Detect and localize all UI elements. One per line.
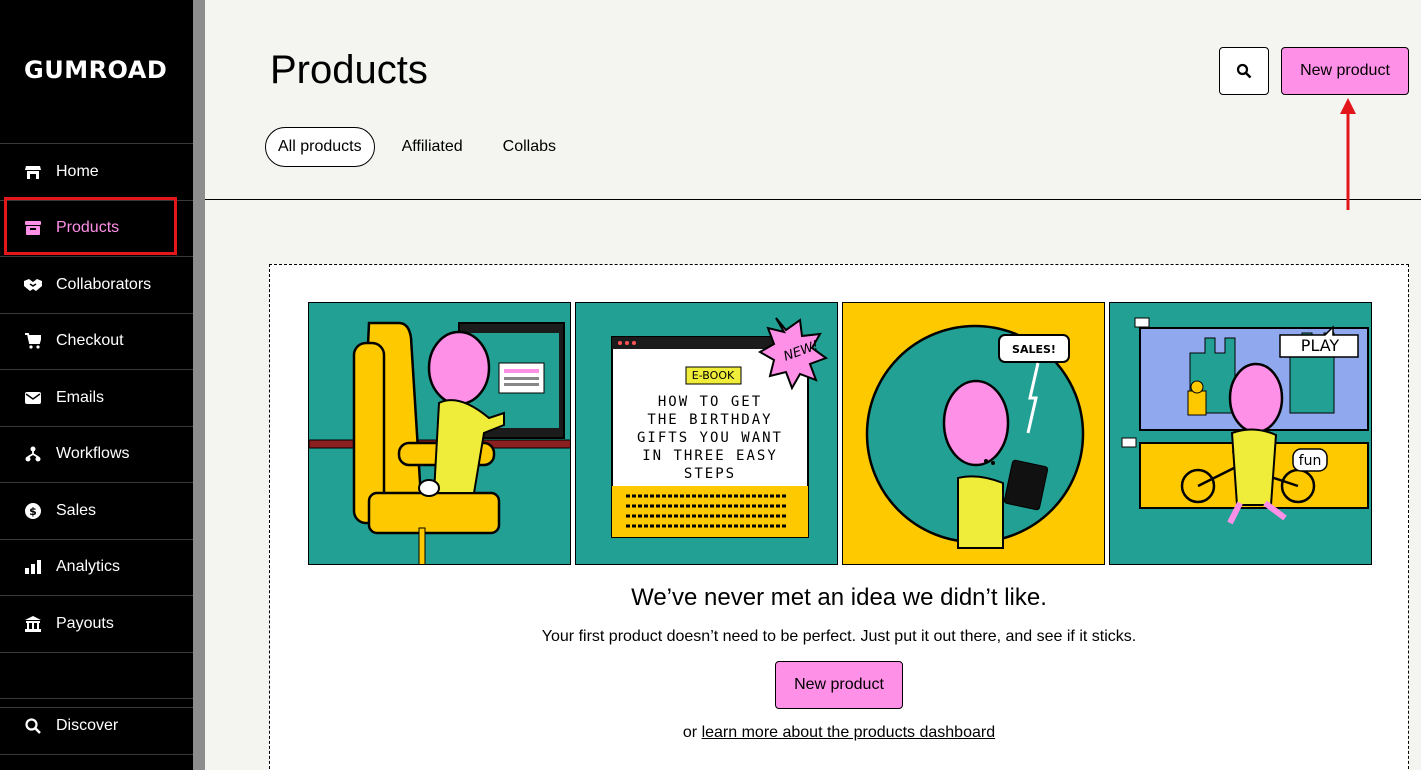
sidebar-item-label: Workflows bbox=[56, 445, 130, 463]
ebook-title-line: GIFTS YOU WANT bbox=[637, 430, 783, 446]
search-icon bbox=[24, 717, 42, 735]
sidebar-bottom-nav: Discover bbox=[0, 698, 193, 755]
sidebar-item-collaborators[interactable]: Collaborators bbox=[0, 256, 193, 313]
sidebar-item-discover[interactable]: Discover bbox=[0, 698, 193, 755]
header-divider bbox=[205, 199, 1421, 200]
or-text: or bbox=[682, 724, 702, 741]
store-icon bbox=[24, 163, 42, 181]
learn-more-line: or learn more about the products dashboa… bbox=[269, 724, 1409, 742]
cart-icon bbox=[24, 332, 42, 350]
annotation-arrow bbox=[1340, 98, 1356, 210]
bar-chart-icon bbox=[24, 558, 42, 576]
sidebar-item-label: Discover bbox=[56, 717, 119, 735]
sidebar-item-checkout[interactable]: Checkout bbox=[0, 312, 193, 370]
workflow-icon bbox=[24, 445, 42, 463]
comic-panel-ebook: E-BOOK HOW TO GET THE BIRTHDAY GIFTS YOU… bbox=[575, 302, 838, 565]
fun-tag-text: fun bbox=[1299, 453, 1322, 469]
search-icon bbox=[1236, 63, 1252, 79]
sidebar-item-home[interactable]: Home bbox=[0, 143, 193, 200]
sidebar-item-label: Sales bbox=[56, 501, 97, 519]
comic-panel-sales: SALES! bbox=[842, 302, 1105, 565]
sidebar-item-emails[interactable]: Emails bbox=[0, 369, 193, 426]
sidebar: GUMROAD Home Products Collaborators Chec… bbox=[0, 0, 193, 770]
sidebar-item-workflows[interactable]: Workflows bbox=[0, 425, 193, 483]
ebook-title-line: THE BIRTHDAY bbox=[647, 412, 772, 428]
archive-icon bbox=[24, 219, 42, 237]
sales-bubble-text: SALES! bbox=[1012, 343, 1056, 356]
sidebar-item-label: Collaborators bbox=[56, 275, 152, 293]
learn-more-link[interactable]: learn more about the products dashboard bbox=[702, 724, 996, 741]
sidebar-item-payouts[interactable]: Payouts bbox=[0, 595, 193, 652]
play-sign-text: PLAY bbox=[1301, 336, 1340, 355]
empty-state-subtitle: Your first product doesn’t need to be pe… bbox=[541, 628, 1137, 645]
comic-panel-play: PLAY fun bbox=[1109, 302, 1372, 565]
sidebar-item-label: Products bbox=[56, 219, 120, 237]
empty-state-title: We’ve never met an idea we didn’t like. bbox=[631, 584, 1047, 611]
sidebar-item-sales[interactable]: $ Sales bbox=[0, 482, 193, 539]
new-product-button[interactable]: New product bbox=[1281, 47, 1409, 95]
sidebar-item-analytics[interactable]: Analytics bbox=[0, 538, 193, 596]
sidebar-item-label: Payouts bbox=[56, 614, 114, 632]
gumroad-logo[interactable]: GUMROAD bbox=[24, 56, 167, 84]
ebook-title-line: STEPS bbox=[684, 466, 736, 482]
sidebar-scrollbar[interactable] bbox=[193, 0, 205, 770]
bank-icon bbox=[24, 615, 42, 633]
dollar-circle-icon: $ bbox=[24, 502, 42, 520]
search-button[interactable] bbox=[1219, 47, 1269, 95]
envelope-icon bbox=[24, 389, 42, 407]
svg-text:$: $ bbox=[29, 505, 37, 518]
sidebar-item-products[interactable]: Products bbox=[0, 199, 193, 257]
tab-all-products[interactable]: All products bbox=[265, 127, 375, 167]
sidebar-item-label: Checkout bbox=[56, 332, 124, 350]
comic-panel-computer bbox=[308, 302, 571, 565]
ebook-title-line: IN THREE EASY bbox=[642, 448, 778, 464]
sidebar-item-label: Home bbox=[56, 162, 99, 180]
page-title: Products bbox=[270, 48, 428, 92]
tab-collabs[interactable]: Collabs bbox=[490, 127, 569, 167]
ebook-tag: E-BOOK bbox=[692, 369, 735, 382]
handshake-icon bbox=[24, 276, 42, 294]
new-product-button-empty-state[interactable]: New product bbox=[775, 661, 903, 709]
sidebar-item-label: Emails bbox=[56, 388, 105, 406]
sidebar-nav: Home Products Collaborators Checkout Ema… bbox=[0, 143, 193, 708]
sidebar-item-label: Analytics bbox=[56, 558, 121, 576]
tab-affiliated[interactable]: Affiliated bbox=[389, 127, 476, 167]
ebook-title-line: HOW TO GET bbox=[658, 394, 762, 410]
product-tabs: All products Affiliated Collabs bbox=[265, 127, 583, 167]
comic-illustration: E-BOOK HOW TO GET THE BIRTHDAY GIFTS YOU… bbox=[308, 302, 1372, 565]
